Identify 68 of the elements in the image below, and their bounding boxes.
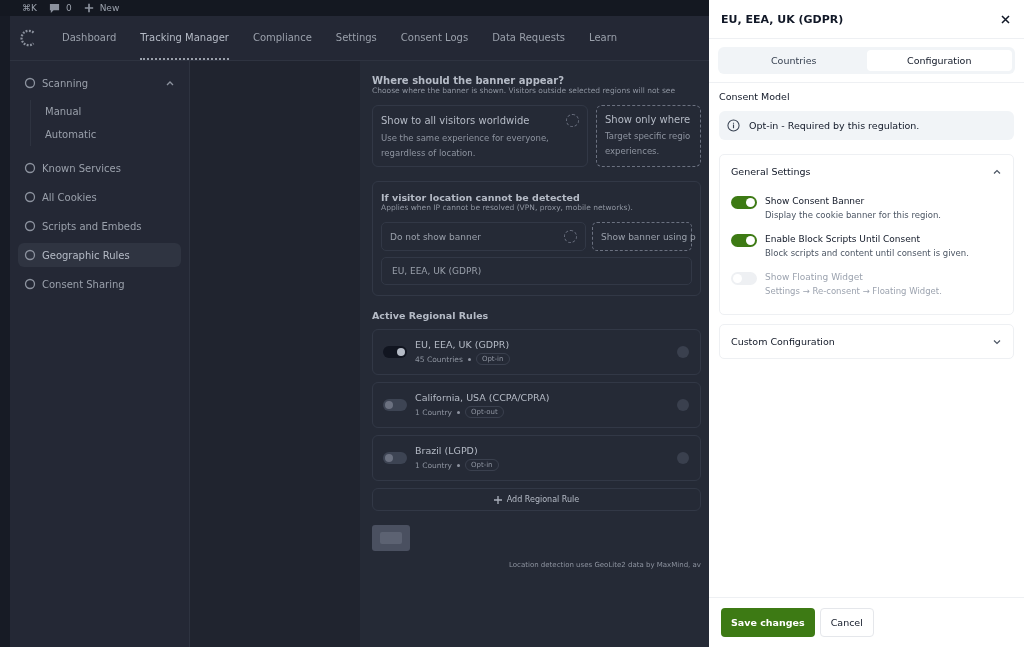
tab[interactable]: Configuration: [866, 50, 1012, 71]
comment-icon: [48, 2, 60, 14]
circle-icon: [24, 77, 36, 89]
option-card[interactable]: Do not show banner: [381, 222, 586, 251]
rule-name: California, USA (CCPA/CPRA): [415, 392, 551, 403]
circle-icon: [24, 191, 36, 203]
panel-title: EU, EEA, UK (GDPR): [721, 12, 844, 26]
new-link[interactable]: New: [99, 3, 120, 13]
close-icon: [1001, 14, 1010, 24]
sidebar-item[interactable]: Geographic Rules: [18, 243, 181, 267]
circle-icon: [24, 278, 36, 290]
plus-icon: [83, 3, 94, 13]
region-select[interactable]: EU, EEA, UK (GDPR): [381, 257, 692, 285]
card-title: If visitor location cannot be detected: [381, 192, 581, 203]
shortcut-hint[interactable]: ⌘K: [22, 3, 37, 13]
info-icon: [727, 119, 740, 132]
setting-label: Show Floating Widget: [765, 272, 864, 282]
section-header[interactable]: General Settings: [720, 155, 1013, 188]
sidebar-item[interactable]: Consent Sharing: [18, 272, 181, 296]
option-description: Use the same experience for everyone, regardless of location.: [381, 132, 550, 160]
option-card[interactable]: Show to all visitors worldwide Use the same experience for everyone, regardless of location.: [372, 105, 588, 167]
nav-tab[interactable]: Settings: [335, 16, 377, 60]
rule-name: Brazil (LGPD): [415, 445, 479, 456]
plus-icon: [493, 495, 502, 504]
circle-icon: [24, 162, 36, 174]
section-title: Where should the banner appear?: [372, 75, 565, 86]
setting-label: Enable Block Scripts Until Consent: [765, 234, 921, 244]
setting-description: Display the cookie banner for this region.: [765, 210, 941, 220]
toggle-switch[interactable]: [383, 399, 407, 411]
sidebar-subitem[interactable]: Manual: [45, 100, 181, 123]
setting-label: Show Consent Banner: [765, 196, 866, 206]
sidebar-item[interactable]: Scanning: [18, 71, 181, 95]
section-header[interactable]: Custom Configuration: [720, 325, 1013, 358]
option-title: Show only where: [605, 114, 691, 125]
nav-tab[interactable]: Data Requests: [492, 16, 565, 60]
toggle-switch[interactable]: [731, 196, 757, 209]
comment-count[interactable]: 0: [65, 3, 72, 13]
save-button[interactable]: Save changes: [721, 608, 815, 637]
option-title: Show to all visitors worldwide: [381, 115, 530, 126]
option-card[interactable]: Show only where Target specific regio experiences.: [596, 105, 701, 167]
sidebar-item[interactable]: Known Services: [18, 156, 181, 180]
nav-tab[interactable]: Learn: [589, 16, 617, 60]
add-rule-button[interactable]: Add Regional Rule: [372, 488, 701, 511]
nav-tab[interactable]: Compliance: [252, 16, 312, 60]
toggle-switch[interactable]: [383, 346, 407, 358]
separator-dot: [467, 357, 471, 361]
field-label: Consent Model: [719, 91, 791, 102]
sidebar-subitem[interactable]: Automatic: [45, 123, 181, 146]
nav-tab[interactable]: Consent Logs: [400, 16, 469, 60]
cancel-button[interactable]: Cancel: [819, 608, 874, 637]
option-description: Target specific regio experiences.: [605, 130, 692, 158]
info-text: Opt-in - Required by this regulation.: [749, 120, 920, 131]
separator-dot: [456, 463, 460, 467]
close-button[interactable]: [999, 12, 1012, 26]
circle-icon: [24, 249, 36, 261]
setting-description: Block scripts and content until consent is given.: [765, 248, 969, 258]
image-icon: [372, 525, 410, 551]
section-title: Active Regional Rules: [372, 310, 490, 321]
toggle-switch[interactable]: [731, 234, 757, 247]
nav-tab[interactable]: Dashboard: [62, 16, 117, 60]
separator-dot: [456, 410, 460, 414]
tab[interactable]: Countries: [721, 50, 867, 71]
sidebar-item[interactable]: Scripts and Embeds: [18, 214, 181, 238]
rule-name: EU, EEA, UK (GDPR): [415, 339, 511, 350]
setting-description: Settings → Re-consent → Floating Widget.: [765, 286, 942, 296]
sidebar-item[interactable]: All Cookies: [18, 185, 181, 209]
circle-icon: [24, 220, 36, 232]
toggle-switch[interactable]: [383, 452, 407, 464]
